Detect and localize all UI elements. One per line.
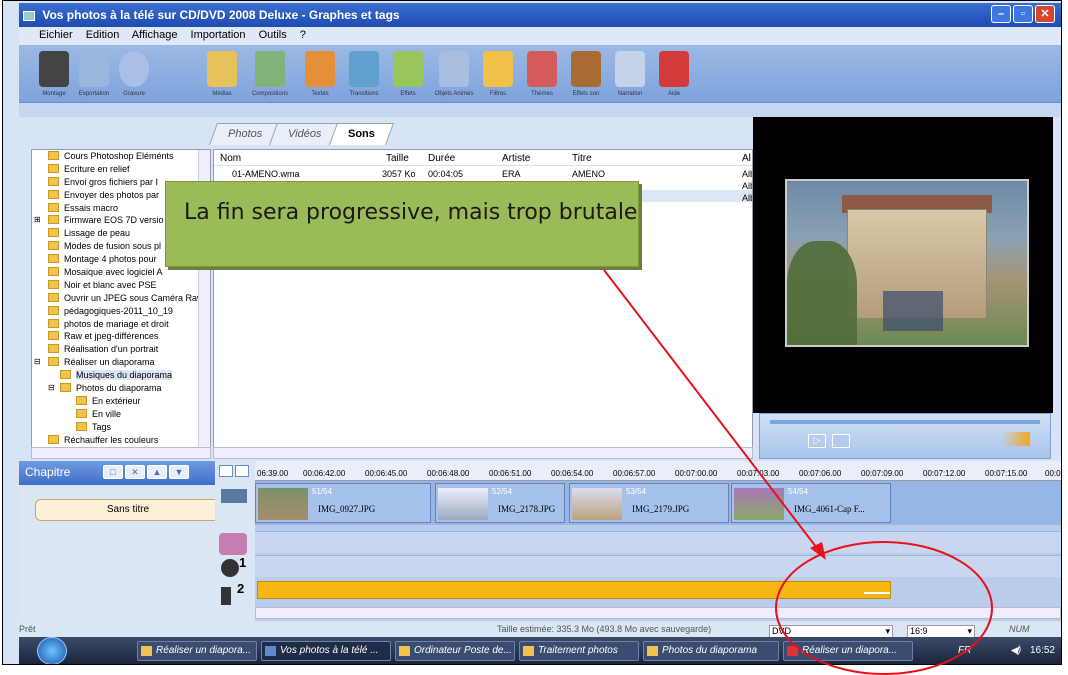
annotation-arrow — [603, 269, 821, 553]
annotation-overlay — [603, 269, 993, 675]
annotation-circle — [775, 541, 993, 675]
arrow-head-icon — [810, 542, 826, 560]
